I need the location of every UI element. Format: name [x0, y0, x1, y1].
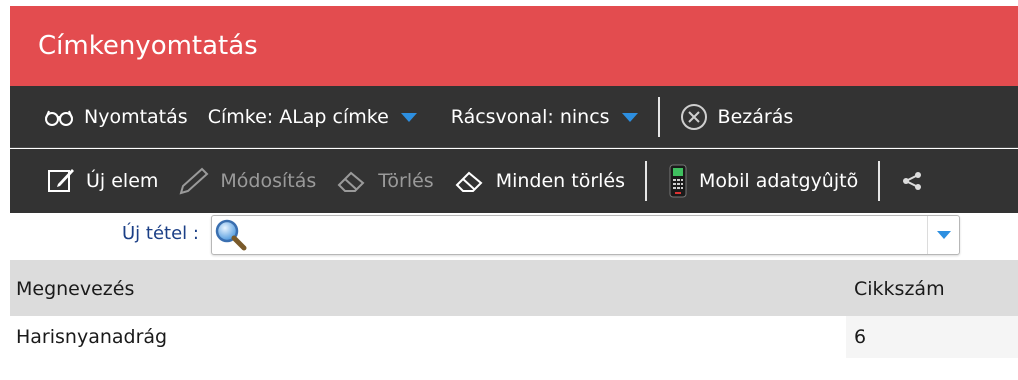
label-dropdown-value: Címke: ALap címke	[207, 105, 389, 128]
eraser-icon	[336, 169, 368, 193]
close-label: Bezárás	[717, 105, 794, 128]
window-title: Címkenyomtatás	[38, 31, 258, 61]
more-button[interactable]	[890, 149, 944, 213]
glasses-icon	[44, 107, 74, 127]
pencil-icon	[178, 166, 210, 196]
share-icon	[900, 171, 924, 191]
window-title-bar: Címkenyomtatás	[10, 6, 1018, 86]
label-dropdown[interactable]: Címke: ALap címke	[198, 86, 427, 147]
new-item-row: Új tétel :	[10, 213, 1018, 259]
toolbar-divider	[645, 161, 648, 201]
new-item-combobox[interactable]	[211, 215, 960, 255]
column-header-name[interactable]: Megnevezés	[16, 278, 134, 300]
modify-button[interactable]: Módosítás	[168, 149, 326, 213]
close-circle-icon	[680, 103, 708, 131]
close-button[interactable]: Bezárás	[670, 86, 804, 147]
toolbar-top: Nyomtatás Címke: ALap címke Rácsvonal: n…	[10, 86, 1018, 148]
mobile-collector-button[interactable]: Mobil adatgyûjtõ	[657, 149, 868, 213]
table-row[interactable]: Harisnyanadrág 6	[10, 316, 1018, 358]
print-label: Nyomtatás	[84, 105, 188, 128]
gridline-dropdown[interactable]: Rácsvonal: nincs	[427, 86, 648, 147]
chevron-down-icon	[621, 113, 638, 122]
grid-header: Megnevezés Cikkszám	[10, 260, 1018, 316]
magnifier-icon	[214, 218, 248, 256]
delete-all-button[interactable]: Minden törlés	[444, 149, 635, 213]
gridline-dropdown-value: Rácsvonal: nincs	[450, 105, 610, 128]
handheld-scanner-icon	[667, 164, 689, 198]
new-item-label: Új elem	[86, 170, 159, 192]
toolbar-divider	[657, 96, 660, 137]
edit-square-icon	[46, 166, 76, 196]
delete-button[interactable]: Törlés	[326, 149, 443, 213]
column-header-sku[interactable]: Cikkszám	[854, 278, 945, 300]
cell-sku: 6	[854, 326, 867, 348]
sku-cell-background	[846, 316, 1018, 358]
cell-name: Harisnyanadrág	[16, 326, 168, 348]
new-item-field-label: Új tétel :	[122, 223, 199, 244]
toolbar-divider	[878, 161, 881, 201]
delete-label: Törlés	[378, 170, 434, 192]
eraser-icon	[454, 169, 486, 193]
chevron-down-icon	[936, 231, 951, 239]
delete-all-label: Minden törlés	[495, 170, 626, 192]
mobile-collector-label: Mobil adatgyûjtõ	[699, 170, 859, 192]
print-button[interactable]: Nyomtatás	[10, 86, 198, 147]
chevron-down-icon	[400, 113, 417, 122]
toolbar-bottom: Új elem Módosítás Törlés Minden törlés M…	[10, 149, 1018, 213]
new-item-input[interactable]	[248, 220, 918, 250]
modify-label: Módosítás	[220, 170, 317, 192]
new-item-button[interactable]: Új elem	[10, 149, 168, 213]
new-item-dropdown-button[interactable]	[927, 216, 959, 254]
